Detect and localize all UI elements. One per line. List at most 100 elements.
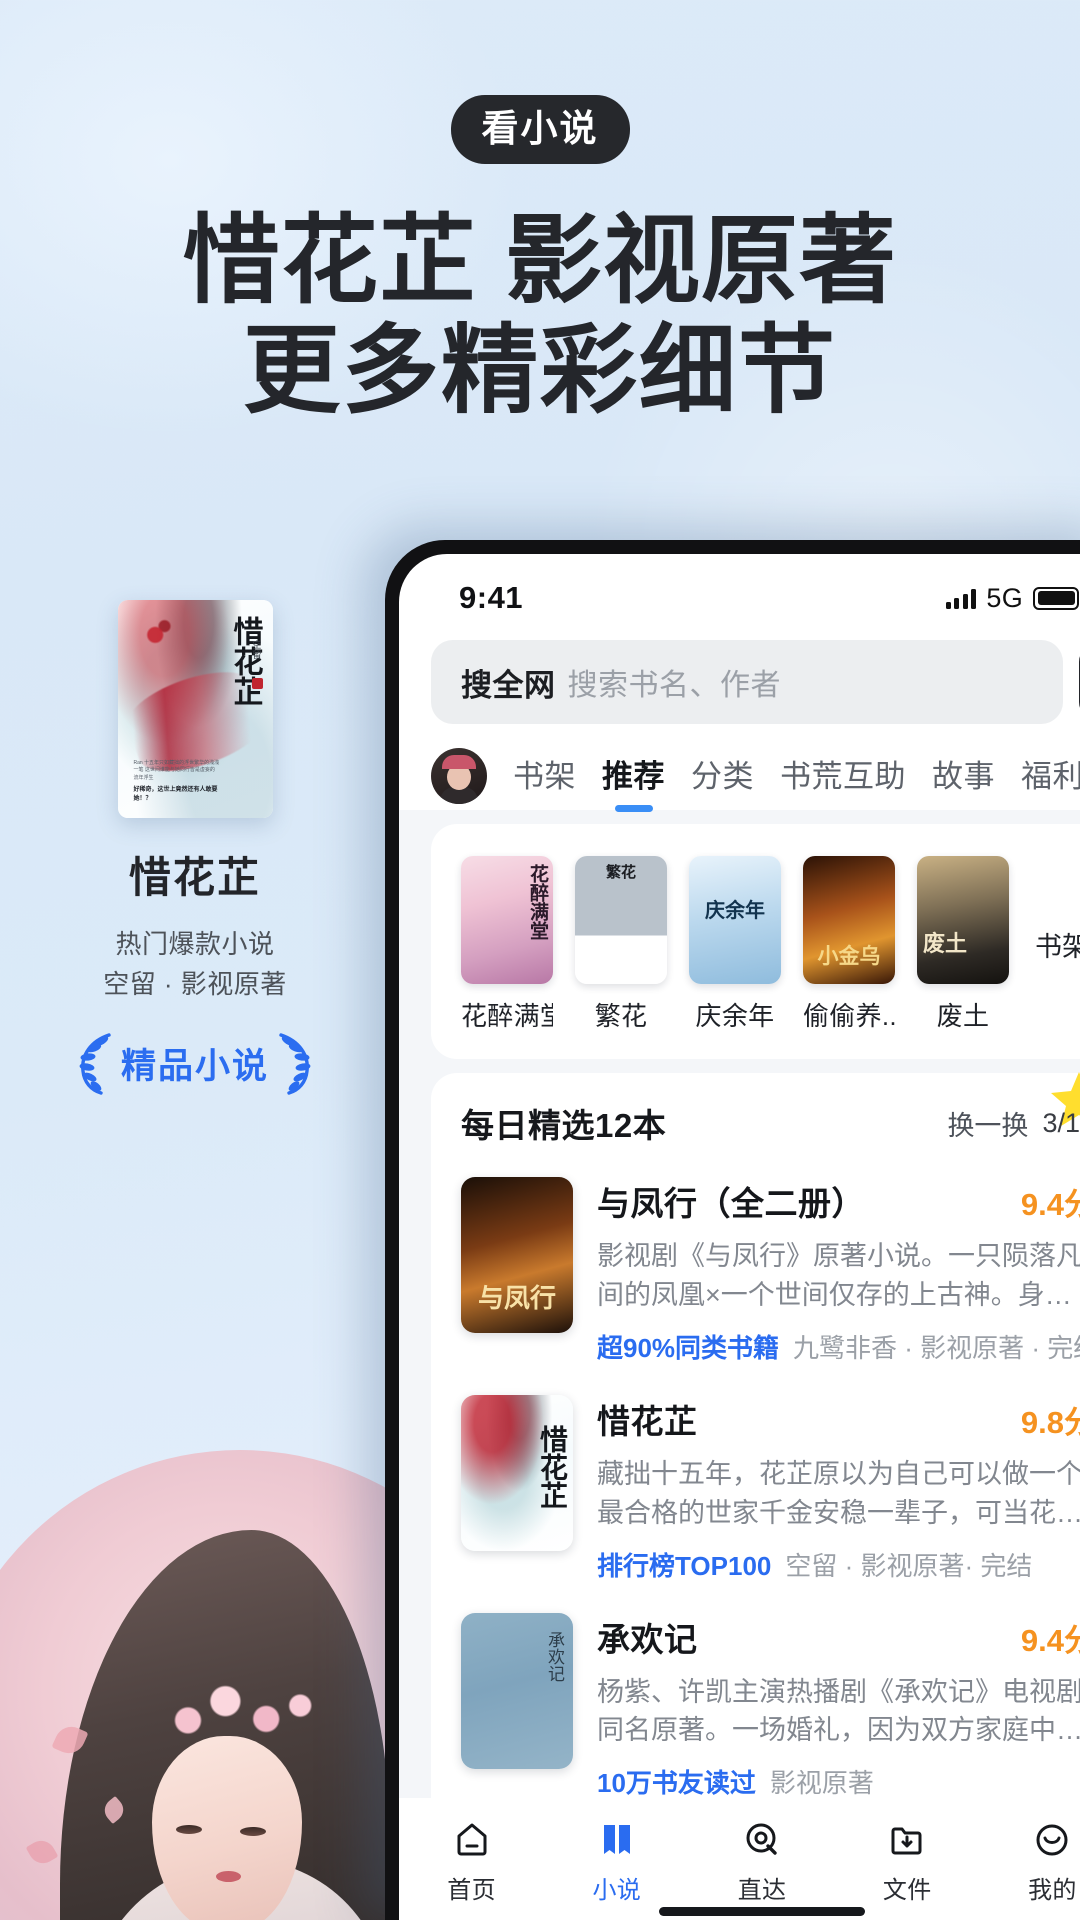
shelf-book-cover <box>575 856 667 984</box>
book-title: 承欢记 <box>597 1620 698 1658</box>
status-bar-indicators: 5G <box>945 582 1079 614</box>
promo-cover-blurb-small: Ran 十五年只如藏拙的浮世繁华的浅浅一笔 这世间谁能与她同行皆是虚妄的流年浮生 <box>133 759 220 781</box>
shelf-carousel[interactable]: 花醉满堂 繁花 庆余年 偷偷养... <box>461 850 1080 1033</box>
shelf-book-title: 废土 <box>936 1001 990 1031</box>
shelf-item[interactable]: 偷偷养... <box>803 856 895 1033</box>
book-meta-row: 排行榜TOP100 空留 · 影视原著· 完结 <box>597 1546 1080 1583</box>
nav-item-home[interactable]: 首页 <box>399 1816 544 1905</box>
promo-book-cover[interactable]: 惜花芷 空留 Ran 十五年只如藏拙的浮世繁华的浅浅一笔 这世间谁能与她同行皆是… <box>117 600 273 818</box>
illustration-floral-crown <box>154 1676 324 1750</box>
signal-bars-icon <box>945 588 977 609</box>
promo-title: 惜花芷 <box>128 854 261 901</box>
book-icon <box>544 1816 689 1864</box>
promo-cover-blurb-bold: 好稀奇，这世上竟然还有人敢要她！？ <box>133 787 218 802</box>
tab-story[interactable]: 故事 <box>932 751 995 802</box>
shelf-book-title: 庆余年 <box>695 1001 775 1031</box>
hero-section: 看小说 惜花芷 影视原著 更多精彩细节 <box>0 0 1080 425</box>
daily-picks-header: 每日精选12本 换一换 3/12 <box>461 1071 1080 1151</box>
daily-picks-title: 每日精选12本 <box>461 1107 667 1144</box>
tab-welfare[interactable]: 福利 <box>1021 751 1080 802</box>
illustration-lips <box>216 1871 241 1882</box>
home-indicator <box>659 1907 865 1916</box>
book-meta: 影视原著 <box>769 1768 874 1798</box>
hero-illustration <box>0 1280 430 1920</box>
shelf-book-cover <box>917 856 1009 984</box>
battery-full-icon <box>1033 586 1079 610</box>
book-description: 影视剧《与凤行》原著小说。一只陨落凡间的凤凰×一个世间仅存的上古神。身为魔界衔… <box>597 1241 1080 1310</box>
refresh-counter: 3/12 <box>1042 1107 1080 1138</box>
nav-label-direct: 直达 <box>737 1877 787 1904</box>
promo-subtitle-line-2: 空留 · 影视原著 <box>103 968 287 999</box>
nav-label-files: 文件 <box>882 1877 932 1904</box>
shelf-item[interactable]: 花醉满堂 <box>461 856 553 1033</box>
avatar[interactable] <box>431 748 487 804</box>
nav-label-mine: 我的 <box>1028 1877 1077 1904</box>
book-list-item[interactable]: 与凤行（全二册） 9.4分 影视剧《与凤行》原著小说。一只陨落凡间的凤凰×一个世… <box>461 1151 1080 1369</box>
hero-headline: 惜花芷 影视原著 更多精彩细节 <box>0 206 1080 425</box>
direct-search-glyph <box>746 1823 777 1855</box>
laurel-left-icon <box>79 1032 111 1095</box>
direct-search-icon <box>689 1816 834 1864</box>
shelf-item[interactable]: 庆余年 <box>689 856 781 1033</box>
search-scope-label: 搜全网 <box>461 667 556 703</box>
search-placeholder: 搜索书名、作者 <box>567 669 781 702</box>
status-bar-network: 5G <box>986 582 1023 613</box>
book-title: 惜花芷 <box>597 1402 698 1440</box>
laurel-right-icon <box>279 1032 311 1095</box>
shelf-book-cover <box>689 856 781 984</box>
promo-laurel-badge: 精品小说 <box>75 1032 315 1095</box>
seal-icon <box>251 678 263 689</box>
shelf-book-cover <box>461 856 553 984</box>
book-description: 杨紫、许凯主演热播剧《承欢记》电视剧同名原著。一场婚礼，因为双方家庭中大大小小… <box>597 1676 1080 1746</box>
tab-shelf[interactable]: 书架 <box>513 751 576 802</box>
book-title-row: 承欢记 9.4分 <box>597 1613 1080 1661</box>
nav-item-direct[interactable]: 直达 <box>689 1816 834 1905</box>
book-cover <box>461 1394 573 1551</box>
book-meta: 九鹭非香 · 影视原著 · 完结 <box>793 1332 1080 1363</box>
book-cover <box>461 1612 573 1769</box>
nav-item-mine[interactable]: 我的 <box>980 1816 1080 1905</box>
avatar-cap <box>442 755 476 769</box>
home-icon <box>399 1816 544 1864</box>
book-title-row: 惜花芷 9.8分 <box>597 1395 1080 1443</box>
nav-item-novel[interactable]: 小说 <box>544 1816 689 1905</box>
shelf-item[interactable]: 废土 <box>917 856 1009 1033</box>
status-bar: 9:41 5G <box>399 554 1080 628</box>
tab-category[interactable]: 分类 <box>691 751 754 802</box>
status-bar-time: 9:41 <box>459 580 524 615</box>
promo-laurel-label: 精品小说 <box>120 1047 269 1087</box>
book-score: 9.4分 <box>1020 1187 1080 1222</box>
illustration-face <box>152 1736 302 1920</box>
phone-frame: 9:41 5G 搜全网 搜索书名、作者 书架 推荐 分类 书荒互助 故事 福利 … <box>385 540 1080 1920</box>
promo-subtitle: 热门爆款小说 空留 · 影视原著 <box>0 925 390 1004</box>
shelf-more-link[interactable]: 书架 › <box>1031 925 1080 964</box>
book-promo-panel: 惜花芷 空留 Ran 十五年只如藏拙的浮世繁华的浅浅一笔 这世间谁能与她同行皆是… <box>0 600 390 1095</box>
book-title-row: 与凤行（全二册） 9.4分 <box>597 1177 1080 1225</box>
book-info: 惜花芷 9.8分 藏拙十五年，花芷原以为自己可以做一个最合格的世家千金安稳一辈子… <box>597 1395 1080 1583</box>
illustration-eye-right <box>240 1827 266 1836</box>
book-meta-row: 10万书友读过 影视原著 <box>597 1763 1080 1798</box>
tab-bookhelp[interactable]: 书荒互助 <box>780 751 906 802</box>
book-list-item[interactable]: 惜花芷 9.8分 藏拙十五年，花芷原以为自己可以做一个最合格的世家千金安稳一辈子… <box>461 1369 1080 1587</box>
search-input[interactable]: 搜全网 搜索书名、作者 <box>431 640 1063 724</box>
search-row: 搜全网 搜索书名、作者 <box>399 628 1080 724</box>
book-glyph <box>603 1825 630 1854</box>
refresh-button[interactable]: 换一换 <box>947 1104 1028 1143</box>
tab-recommend[interactable]: 推荐 <box>602 751 665 802</box>
headline-line-2: 更多精彩细节 <box>243 315 837 425</box>
shelf-item[interactable]: 繁花 <box>575 856 667 1033</box>
book-score: 9.4分 <box>1020 1622 1080 1658</box>
main-content[interactable]: 花醉满堂 繁花 庆余年 偷偷养... <box>399 810 1080 1798</box>
home-glyph <box>457 1823 487 1856</box>
profile-smiley-icon <box>980 1816 1080 1864</box>
daily-picks-controls: 换一换 3/12 <box>947 1071 1080 1143</box>
promo-subtitle-line-1: 热门爆款小说 <box>115 929 275 959</box>
nav-item-files[interactable]: 文件 <box>835 1816 980 1905</box>
book-info: 与凤行（全二册） 9.4分 影视剧《与凤行》原著小说。一只陨落凡间的凤凰×一个世… <box>597 1177 1080 1365</box>
book-list-item[interactable]: 承欢记 9.4分 杨紫、许凯主演热播剧《承欢记》电视剧同名原著。一场婚礼，因为双… <box>461 1587 1080 1798</box>
book-tag: 10万书友读过 <box>597 1768 756 1798</box>
shelf-book-title: 偷偷养... <box>803 1001 895 1031</box>
hero-badge: 看小说 <box>450 95 630 164</box>
profile-smiley-glyph <box>1036 1824 1068 1856</box>
shelf-book-title: 花醉满堂 <box>461 1001 553 1031</box>
